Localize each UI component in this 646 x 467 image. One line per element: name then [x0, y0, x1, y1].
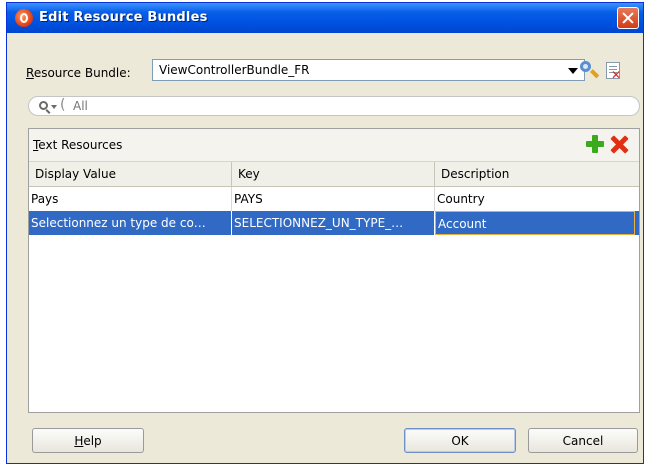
- help-button[interactable]: Help: [32, 428, 144, 453]
- cell-key[interactable]: PAYS: [232, 187, 435, 211]
- text-resources-header: Text Resources: [29, 129, 639, 162]
- table-header: Display Value Key Description: [29, 162, 639, 187]
- remove-icon[interactable]: [609, 134, 629, 154]
- delete-resource-bundle-button[interactable]: ✕: [604, 62, 624, 82]
- resource-bundle-select[interactable]: ViewControllerBundle_FR: [152, 59, 585, 81]
- chevron-down-icon[interactable]: [51, 105, 57, 109]
- close-button[interactable]: [617, 7, 639, 29]
- column-header-display-value[interactable]: Display Value: [29, 162, 232, 186]
- search-icon: [580, 61, 591, 72]
- column-header-description[interactable]: Description: [435, 162, 635, 186]
- search-resource-button[interactable]: [578, 60, 600, 82]
- cell-description[interactable]: Country: [435, 187, 635, 211]
- cell-key[interactable]: SELECTIONNEZ_UN_TYPE_…: [232, 211, 435, 235]
- column-header-key[interactable]: Key: [232, 162, 435, 186]
- resource-bundle-label: Resource Bundle:: [26, 66, 131, 80]
- search-icon[interactable]: [39, 101, 48, 110]
- filter-field[interactable]: (: [28, 96, 640, 116]
- resources-table: Display Value Key Description Pays PAYS …: [29, 162, 639, 235]
- cell-description[interactable]: Account: [435, 211, 635, 235]
- cell-display-value[interactable]: Pays: [29, 187, 232, 211]
- chevron-down-icon[interactable]: [568, 68, 578, 74]
- oracle-logo-icon: [15, 9, 33, 27]
- cell-display-value[interactable]: Selectionnez un type de co…: [29, 211, 232, 235]
- title-bar[interactable]: Edit Resource Bundles: [7, 3, 643, 33]
- add-icon[interactable]: [585, 134, 605, 154]
- table-row[interactable]: Selectionnez un type de co… SELECTIONNEZ…: [29, 211, 639, 235]
- text-resources-panel: Text Resources Display Value Key Descrip…: [28, 128, 640, 413]
- table-row[interactable]: Pays PAYS Country: [29, 187, 639, 211]
- dialog-title: Edit Resource Bundles: [39, 10, 208, 25]
- filter-input[interactable]: [73, 99, 273, 113]
- cancel-button[interactable]: Cancel: [528, 428, 638, 453]
- text-resources-title: Text Resources: [33, 138, 123, 152]
- ok-button[interactable]: OK: [404, 428, 516, 453]
- resource-bundle-value: ViewControllerBundle_FR: [159, 63, 310, 77]
